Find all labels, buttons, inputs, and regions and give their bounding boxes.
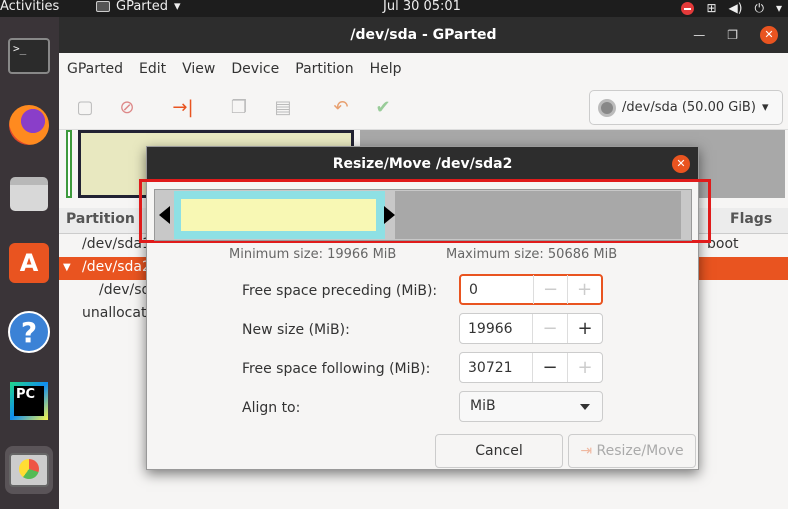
free-space-preceding-input[interactable] (461, 276, 533, 303)
delete-icon[interactable]: ⊘ (115, 95, 139, 119)
free-space-preceding-stepper[interactable]: − + (459, 274, 603, 305)
app-menu[interactable]: GParted ▾ (96, 0, 181, 14)
resize-move-icon: ⇥ (580, 443, 593, 459)
menu-gparted[interactable]: GParted (67, 61, 123, 77)
menu-help[interactable]: Help (370, 61, 402, 77)
clock[interactable]: Jul 30 05:01 (383, 0, 461, 14)
dock-help[interactable]: ? (5, 308, 53, 356)
resize-move-dialog: Resize/Move /dev/sda2 ✕ Minimum size: 19… (139, 146, 711, 470)
expander-icon[interactable]: ▼ (63, 262, 71, 273)
resize-move-button[interactable]: ⇥ Resize/Move (568, 434, 696, 468)
minimum-size: Minimum size: 19966 MiB (229, 247, 397, 262)
new-partition-icon[interactable]: ▢ (73, 95, 97, 119)
undo-icon[interactable]: ↶ (329, 95, 353, 119)
close-icon[interactable]: ✕ (672, 155, 690, 173)
apply-icon[interactable]: ✔ (371, 95, 395, 119)
chevron-down-icon[interactable]: ▾ (776, 0, 782, 17)
device-selector-label: /dev/sda (50.00 GiB) (622, 100, 756, 115)
used-space (181, 199, 376, 231)
align-to-select[interactable]: MiB (459, 391, 603, 422)
free-space-following-label: Free space following (MiB): (242, 361, 431, 377)
network-icon[interactable]: ⊞ (706, 0, 716, 17)
partition-block[interactable] (174, 191, 385, 239)
desktop: Activities GParted ▾ Jul 30 05:01 ⊞ ◀) ⏻… (0, 0, 788, 509)
decrement-button[interactable]: − (533, 275, 567, 304)
dock-gparted[interactable] (5, 446, 53, 494)
activities-button[interactable]: Activities (0, 0, 59, 14)
new-size-input[interactable] (460, 315, 532, 342)
terminal-icon: >_ (8, 38, 50, 74)
app-menu-label: GParted (116, 0, 168, 14)
resize-move-label: Resize/Move (596, 443, 684, 459)
left-handle-icon[interactable] (159, 206, 170, 224)
free-space-preceding-label: Free space preceding (MiB): (242, 283, 438, 299)
increment-button[interactable]: + (567, 314, 602, 343)
increment-button[interactable]: + (567, 353, 602, 382)
toolbar: ▢ ⊘ →| ❐ ▤ ↶ ✔ /dev/sda (50.00 GiB) ▾ (59, 85, 788, 130)
top-bar: Activities GParted ▾ Jul 30 05:01 ⊞ ◀) ⏻… (0, 0, 788, 17)
align-to-label: Align to: (242, 400, 301, 416)
system-tray[interactable]: ⊞ ◀) ⏻ ▾ (681, 0, 782, 17)
cancel-button[interactable]: Cancel (435, 434, 563, 468)
resize-move-icon[interactable]: →| (171, 95, 195, 119)
menu-view[interactable]: View (182, 61, 215, 77)
dock-terminal[interactable]: >_ (5, 32, 53, 80)
pycharm-label: PC (14, 386, 44, 416)
dialog-title: Resize/Move /dev/sda2 (332, 156, 513, 172)
increment-button[interactable]: + (567, 275, 601, 304)
pycharm-icon: PC (10, 382, 48, 420)
software-store-icon: A (9, 243, 49, 283)
volume-icon[interactable]: ◀) (729, 0, 743, 17)
paste-icon[interactable]: ▤ (271, 95, 295, 119)
free-space-following-input[interactable] (460, 354, 532, 381)
menu-bar: GParted Edit View Device Partition Help (59, 53, 788, 85)
minimize-icon[interactable]: — (693, 17, 705, 53)
dock-files[interactable] (5, 170, 53, 218)
column-partition[interactable]: Partition (66, 211, 135, 227)
window-titlebar[interactable]: /dev/sda - GParted — ❐ ✕ (59, 17, 788, 53)
gparted-icon (96, 1, 110, 12)
device-selector[interactable]: /dev/sda (50.00 GiB) ▾ (589, 90, 783, 125)
new-size-stepper[interactable]: − + (459, 313, 603, 344)
dialog-titlebar[interactable]: Resize/Move /dev/sda2 ✕ (147, 147, 698, 181)
resize-bar[interactable] (154, 189, 692, 241)
right-handle-icon[interactable] (384, 206, 395, 224)
menu-partition[interactable]: Partition (295, 61, 353, 77)
free-space-following-stepper[interactable]: − + (459, 352, 603, 383)
copy-icon[interactable]: ❐ (227, 95, 251, 119)
gparted-icon (9, 453, 49, 487)
partition-map-sda1[interactable] (66, 130, 72, 198)
new-size-label: New size (MiB): (242, 322, 350, 338)
dock-pycharm[interactable]: PC (5, 377, 53, 425)
maximum-size: Maximum size: 50686 MiB (446, 247, 618, 262)
firefox-icon (9, 105, 49, 145)
maximize-icon[interactable]: ❐ (727, 17, 738, 53)
row-flags: boot (707, 236, 739, 252)
align-to-value: MiB (470, 398, 496, 414)
dock: >_ A ? PC (0, 17, 59, 509)
chevron-down-icon: ▾ (174, 0, 181, 14)
dock-firefox[interactable] (5, 101, 53, 149)
window-title: /dev/sda - GParted (350, 27, 497, 43)
dock-software[interactable]: A (5, 239, 53, 287)
disk-icon (598, 98, 616, 117)
menu-device[interactable]: Device (231, 61, 279, 77)
decrement-button[interactable]: − (532, 353, 567, 382)
chevron-down-icon: ▾ (761, 100, 769, 115)
row-partition: /dev/sda2 (82, 259, 151, 275)
do-not-disturb-icon[interactable] (681, 2, 695, 15)
decrement-button[interactable]: − (532, 314, 567, 343)
column-flags[interactable]: Flags (730, 211, 772, 227)
chevron-down-icon (580, 404, 590, 410)
close-icon[interactable]: ✕ (760, 26, 778, 44)
menu-edit[interactable]: Edit (139, 61, 166, 77)
help-icon: ? (8, 311, 50, 353)
free-space-after (395, 191, 681, 239)
files-icon (10, 177, 48, 211)
power-icon[interactable]: ⏻ (754, 0, 764, 17)
